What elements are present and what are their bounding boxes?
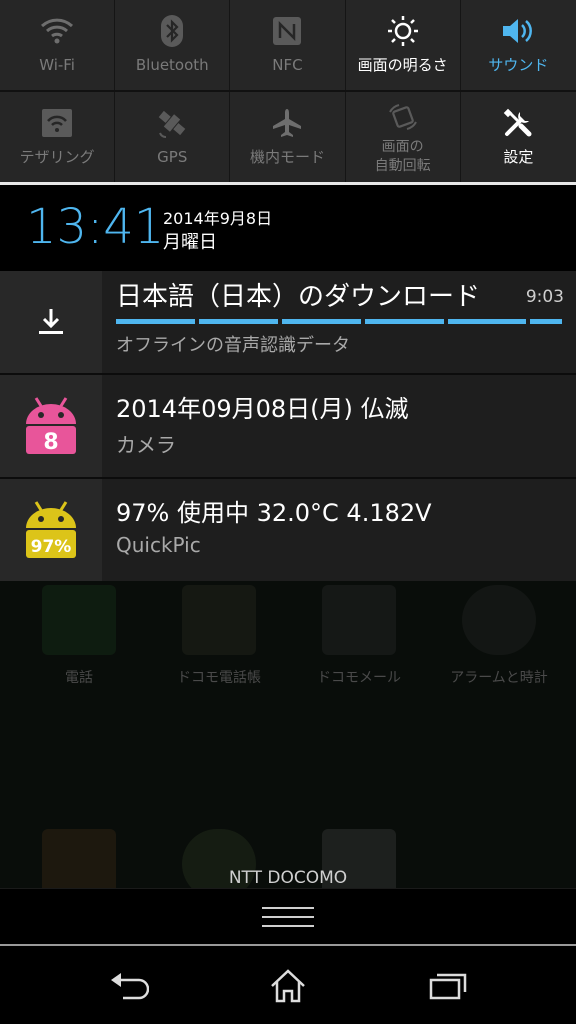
notification-title: 97% 使用中 32.0°C 4.182V xyxy=(116,499,432,527)
notification-subtitle: カメラ xyxy=(116,433,176,457)
tile-gps[interactable]: GPS xyxy=(115,92,231,182)
tile-label: 画面の 自動回転 xyxy=(346,138,460,176)
tile-label: サウンド xyxy=(488,56,549,74)
notification-calendar[interactable]: 8 2014年09月08日(月) 仏滅 カメラ xyxy=(0,375,576,477)
tile-nfc[interactable]: NFC xyxy=(230,0,346,90)
tile-label-line-1: 画面の xyxy=(381,139,424,155)
tile-label: テザリング xyxy=(19,148,95,166)
notification-body: 97% 使用中 32.0°C 4.182V QuickPic xyxy=(102,479,576,581)
download-icon xyxy=(0,271,102,373)
back-icon[interactable] xyxy=(98,964,158,1008)
notification-time: 9:03 xyxy=(525,287,564,307)
tile-sound[interactable]: サウンド xyxy=(461,0,576,90)
mail-app-icon xyxy=(322,585,396,655)
contacts-app-icon xyxy=(182,585,256,655)
notification-body: 2014年09月08日(月) 仏滅 カメラ xyxy=(102,375,576,477)
tile-label: Bluetooth xyxy=(135,56,209,74)
clock-date: 2014年9月8日 xyxy=(163,209,273,228)
app-label: ドコモメール xyxy=(317,670,401,686)
grip-icon xyxy=(262,907,314,927)
home-screen-background: 電話 ドコモ電話帳 ドコモメール アラームと時計 NTT DOCOMO xyxy=(0,581,576,888)
tile-label: 設定 xyxy=(503,148,534,166)
android-battery-icon: 97% xyxy=(0,479,102,581)
notification-body: 日本語（日本）のダウンロード 9:03 オフラインの音声認識データ xyxy=(102,271,576,373)
download-progress-bar xyxy=(116,319,563,324)
tile-auto-rotate[interactable]: 画面の 自動回転 xyxy=(346,92,461,182)
tile-brightness[interactable]: 画面の明るさ xyxy=(346,0,461,90)
nfc-icon xyxy=(230,14,344,48)
notification-title: 日本語（日本）のダウンロード xyxy=(116,282,481,312)
home-icon[interactable] xyxy=(258,964,318,1008)
quick-settings-row-1: Wi-Fi Bluetooth NFC 画面の明るさ サウンド xyxy=(0,0,576,90)
notification-subtitle: オフラインの音声認識データ xyxy=(116,335,350,356)
tile-label: Wi-Fi xyxy=(39,56,75,74)
calendar-icon-text: 8 xyxy=(43,430,58,455)
tile-tethering[interactable]: テザリング xyxy=(0,92,116,182)
brightness-icon xyxy=(346,14,460,48)
notification-title: 2014年09月08日(月) 仏滅 xyxy=(116,395,409,423)
app-label: アラームと時計 xyxy=(450,670,548,686)
notification-drag-handle[interactable] xyxy=(0,888,576,947)
tile-label-line-2: 自動回転 xyxy=(374,158,431,174)
clock-time: 13:41 xyxy=(26,199,165,255)
tile-label: 機内モード xyxy=(249,148,325,166)
tile-bluetooth[interactable]: Bluetooth xyxy=(115,0,231,90)
app-label: 電話 xyxy=(65,670,93,686)
tile-label: NFC xyxy=(272,56,303,74)
bluetooth-icon xyxy=(115,14,229,48)
gps-icon xyxy=(115,106,229,140)
auto-rotate-icon xyxy=(346,100,460,134)
quick-settings-row-2: テザリング GPS 機内モード 画面の 自動回転 設定 xyxy=(0,92,576,182)
settings-tools-icon xyxy=(461,106,576,140)
navigation-bar xyxy=(0,946,576,1024)
android-calendar-icon: 8 xyxy=(0,375,102,477)
wifi-icon xyxy=(0,14,114,48)
notification-battery[interactable]: 97% 97% 使用中 32.0°C 4.182V QuickPic xyxy=(0,479,576,581)
tile-label: 画面の明るさ xyxy=(357,56,448,74)
airplane-icon xyxy=(230,106,344,140)
battery-icon-text: 97% xyxy=(31,537,72,557)
quick-settings-panel: Wi-Fi Bluetooth NFC 画面の明るさ サウンド テザリング GP… xyxy=(0,0,576,182)
clock-weekday: 月曜日 xyxy=(163,232,217,253)
tethering-icon xyxy=(0,106,114,140)
notification-download[interactable]: 日本語（日本）のダウンロード 9:03 オフラインの音声認識データ xyxy=(0,271,576,373)
tile-label: GPS xyxy=(157,148,188,166)
tile-airplane-mode[interactable]: 機内モード xyxy=(230,92,346,182)
notification-subtitle: QuickPic xyxy=(116,533,201,557)
phone-app-icon xyxy=(42,585,116,655)
app-label: ドコモ電話帳 xyxy=(177,670,261,686)
tile-wifi[interactable]: Wi-Fi xyxy=(0,0,116,90)
sound-icon xyxy=(461,14,576,48)
recents-icon[interactable] xyxy=(418,964,478,1008)
tile-settings[interactable]: 設定 xyxy=(461,92,576,182)
clock-app-icon xyxy=(462,585,536,655)
carrier-label: NTT DOCOMO xyxy=(228,868,348,888)
clock-header[interactable]: 13:41 2014年9月8日 月曜日 xyxy=(0,185,576,270)
